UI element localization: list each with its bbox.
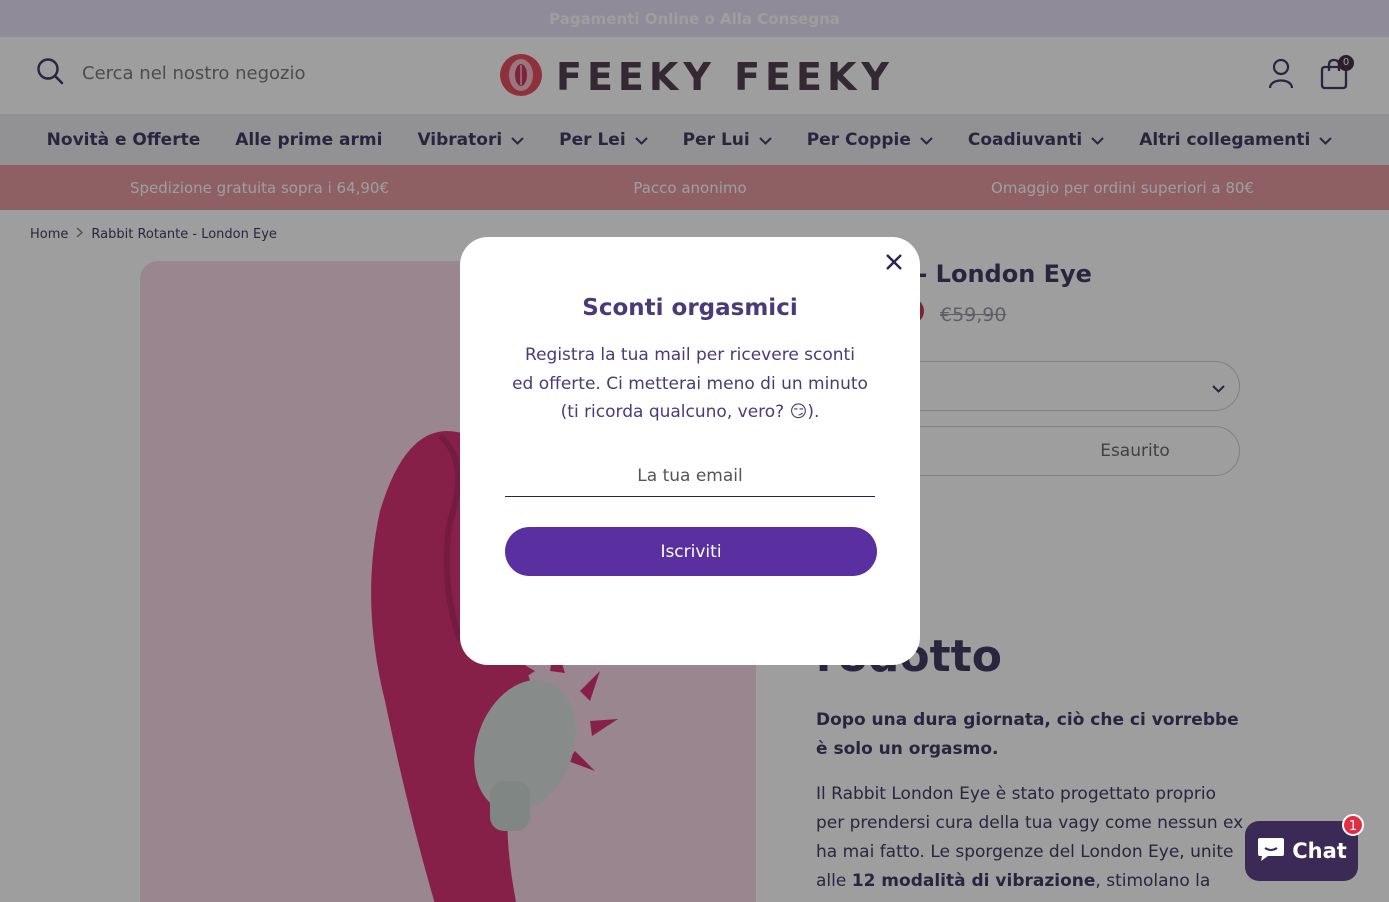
subscribe-button[interactable]: Iscriviti [505, 527, 877, 576]
close-icon[interactable] [884, 252, 904, 272]
email-field[interactable] [505, 455, 875, 497]
modal-description: Registra la tua mail per ricevere sconti… [512, 345, 868, 422]
chat-button[interactable]: Chat [1245, 821, 1358, 881]
modal-title: Sconti orgasmici [582, 295, 798, 321]
chat-notification-badge: 1 [1342, 814, 1364, 836]
chat-label: Chat [1292, 839, 1347, 863]
newsletter-modal: Sconti orgasmici Registra la tua mail pe… [460, 237, 920, 665]
chat-icon [1256, 836, 1292, 867]
